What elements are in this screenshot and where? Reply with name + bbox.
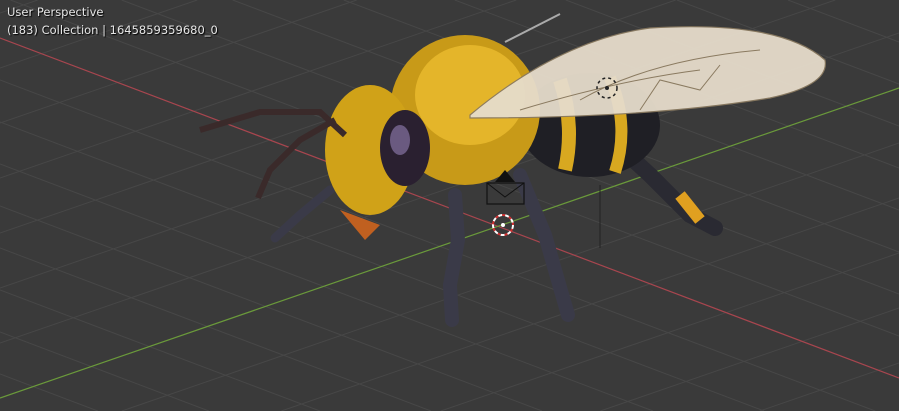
3d-viewport[interactable] <box>0 0 899 411</box>
grid-line <box>0 331 210 411</box>
grid-line <box>787 0 899 43</box>
grid-line <box>0 247 432 411</box>
view-label: User Perspective <box>7 5 104 19</box>
collection-label: (183) Collection | 1645859359680_0 <box>7 23 218 37</box>
